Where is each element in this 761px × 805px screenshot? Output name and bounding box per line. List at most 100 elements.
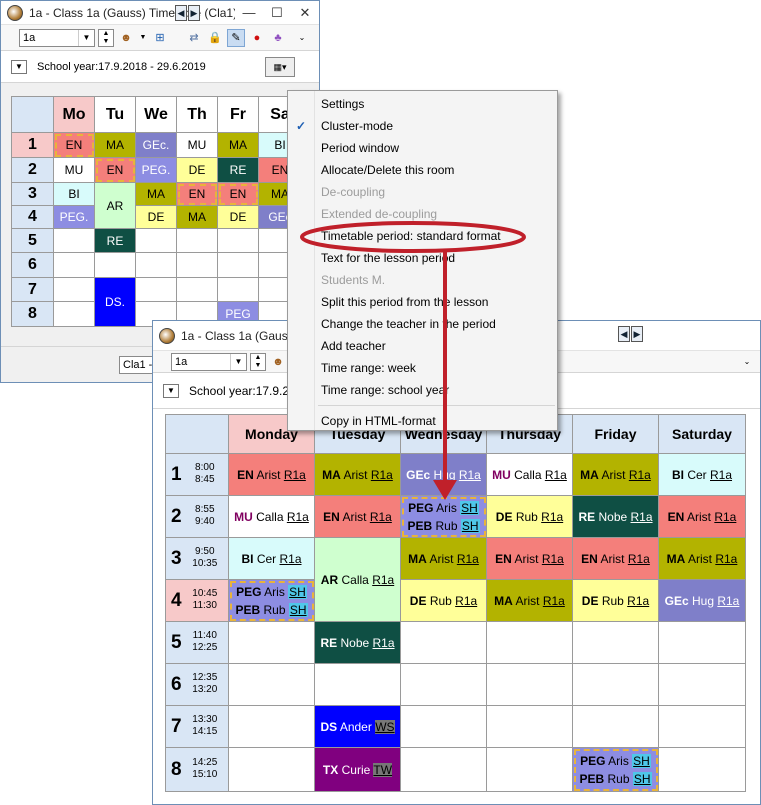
empty-cell[interactable] <box>53 252 95 278</box>
minimize-icon[interactable]: — <box>235 5 263 20</box>
transfer-icon[interactable]: ⇄ <box>185 29 203 47</box>
prev-arrow-icon[interactable]: ◀ <box>175 5 187 21</box>
lesson-cell[interactable]: RE Nobe R1a <box>572 495 659 538</box>
menu-item-add-teacher[interactable]: Add teacher <box>288 335 557 357</box>
lesson-cell[interactable]: GEc Hug R1a <box>400 453 487 496</box>
empty-cell[interactable] <box>217 277 259 302</box>
lesson-cell[interactable]: AR <box>94 182 136 229</box>
menu-item-cluster-mode[interactable]: ✓ Cluster-mode <box>288 115 557 137</box>
empty-cell[interactable] <box>572 705 659 748</box>
pin-icon[interactable]: ● <box>248 29 266 47</box>
colors-icon[interactable]: ♣ <box>269 29 287 47</box>
lesson-cell[interactable]: GEc. <box>135 132 177 158</box>
lesson-cell[interactable]: BI <box>53 182 95 206</box>
lesson-cell[interactable]: MU Calla R1a <box>486 453 573 496</box>
lesson-cell[interactable]: MU Calla R1a <box>228 495 315 538</box>
lesson-cell[interactable]: EN Arist R1a <box>572 537 659 580</box>
lesson-cell[interactable]: PEG. <box>135 157 177 183</box>
empty-cell[interactable] <box>176 228 218 253</box>
lesson-cell[interactable]: BI Cer R1a <box>658 453 746 496</box>
lesson-cell[interactable]: MA <box>94 132 136 158</box>
menu-item-period-window[interactable]: Period window <box>288 137 557 159</box>
lesson-cell[interactable]: EN Arist R1a <box>658 495 746 538</box>
empty-cell[interactable] <box>94 252 136 278</box>
lesson-cell[interactable]: MA <box>176 205 218 229</box>
next-arrow-icon[interactable]: ▶ <box>631 326 643 342</box>
chevron-down-icon[interactable]: ▼ <box>230 353 246 370</box>
lesson-cell[interactable]: EN <box>94 157 136 183</box>
next-arrow-icon[interactable]: ▶ <box>188 5 200 21</box>
empty-cell[interactable] <box>228 705 315 748</box>
empty-cell[interactable] <box>400 747 487 792</box>
empty-cell[interactable] <box>658 663 746 706</box>
lesson-cell[interactable]: DE Rub R1a <box>486 495 573 538</box>
menu-item-timetable-period-format[interactable]: Timetable period: standard format <box>288 225 557 247</box>
menu-item-time-range-week[interactable]: Time range: week <box>288 357 557 379</box>
lesson-cell[interactable]: DS. <box>94 277 136 327</box>
lesson-cell[interactable]: MA <box>135 182 177 206</box>
teachers-icon[interactable]: ☻ <box>117 29 135 47</box>
class-spinner[interactable]: ▲ ▼ <box>250 352 266 371</box>
empty-cell[interactable] <box>176 277 218 302</box>
empty-cell[interactable] <box>658 705 746 748</box>
lesson-cell[interactable]: AR Calla R1a <box>314 537 401 622</box>
lesson-cell[interactable]: PEG Aris SH PEB Rub SH <box>572 747 659 792</box>
empty-cell[interactable] <box>400 621 487 664</box>
lesson-cell[interactable]: DE <box>135 205 177 229</box>
empty-cell[interactable] <box>228 621 315 664</box>
empty-cell[interactable] <box>217 252 259 278</box>
lesson-cell[interactable]: BI Cer R1a <box>228 537 315 580</box>
lesson-cell[interactable]: PEG. <box>53 205 95 229</box>
lesson-cell[interactable]: RE Nobe R1a <box>314 621 401 664</box>
lesson-cell[interactable]: PEG Aris SH PEB Rub SH <box>400 495 487 538</box>
chevron-down-icon[interactable]: ▼ <box>138 29 148 47</box>
lesson-cell[interactable]: EN Arist R1a <box>314 495 401 538</box>
empty-cell[interactable] <box>572 621 659 664</box>
empty-cell[interactable] <box>135 228 177 253</box>
lesson-cell[interactable]: MA Arist R1a <box>658 537 746 580</box>
empty-cell[interactable] <box>228 663 315 706</box>
lesson-cell[interactable]: DE <box>217 205 259 229</box>
empty-cell[interactable] <box>135 252 177 278</box>
menu-item-copy-html[interactable]: Copy in HTML-format <box>288 410 557 432</box>
lesson-cell[interactable]: EN <box>176 182 218 206</box>
lesson-cell[interactable]: MA Arist R1a <box>400 537 487 580</box>
empty-cell[interactable] <box>400 663 487 706</box>
lesson-cell[interactable]: RE <box>217 157 259 183</box>
lesson-cell[interactable]: DE Rub R1a <box>400 579 487 622</box>
lock-icon[interactable]: 🔒 <box>206 29 224 47</box>
lesson-cell[interactable]: MA Arist R1a <box>572 453 659 496</box>
empty-cell[interactable] <box>658 747 746 792</box>
lesson-cell[interactable]: MA <box>217 132 259 158</box>
prev-arrow-icon[interactable]: ◀ <box>618 326 630 342</box>
empty-cell[interactable] <box>217 228 259 253</box>
empty-cell[interactable] <box>486 663 573 706</box>
more-icon[interactable]: ⌄ <box>296 29 308 47</box>
tools-icon[interactable]: ✎ <box>227 28 245 47</box>
lesson-cell[interactable]: MA Arist R1a <box>314 453 401 496</box>
lesson-cell[interactable]: EN <box>217 182 259 206</box>
lesson-cell[interactable]: EN <box>53 132 95 158</box>
lesson-cell[interactable]: RE <box>94 228 136 253</box>
menu-item-settings[interactable]: Settings <box>288 93 557 115</box>
menu-item-allocate-room[interactable]: Allocate/Delete this room <box>288 159 557 181</box>
empty-cell[interactable] <box>135 277 177 302</box>
lesson-cell[interactable]: DS Ander WS <box>314 705 401 748</box>
menu-item-change-teacher[interactable]: Change the teacher in the period <box>288 313 557 335</box>
empty-cell[interactable] <box>486 747 573 792</box>
lesson-cell[interactable]: MU <box>53 157 95 183</box>
maximize-icon[interactable]: ☐ <box>263 5 291 21</box>
lesson-cell[interactable]: DE <box>176 157 218 183</box>
class-select[interactable]: 1a ▼ <box>19 28 95 47</box>
calendar-icon[interactable]: ▦▾ <box>265 56 295 77</box>
class-select[interactable]: 1a ▼ <box>171 352 247 371</box>
teachers-icon[interactable]: ☻ <box>269 353 287 371</box>
lesson-cell[interactable]: DE Rub R1a <box>572 579 659 622</box>
menu-item-time-range-school-year[interactable]: Time range: school year <box>288 379 557 401</box>
collapse-dropdown-icon[interactable]: ▼ <box>163 383 179 398</box>
lesson-cell[interactable]: PEG Aris SH PEB Rub SH <box>228 579 315 622</box>
empty-cell[interactable] <box>53 228 95 253</box>
lesson-cell[interactable]: EN Arist R1a <box>228 453 315 496</box>
lesson-cell[interactable]: EN Arist R1a <box>486 537 573 580</box>
empty-cell[interactable] <box>176 252 218 278</box>
